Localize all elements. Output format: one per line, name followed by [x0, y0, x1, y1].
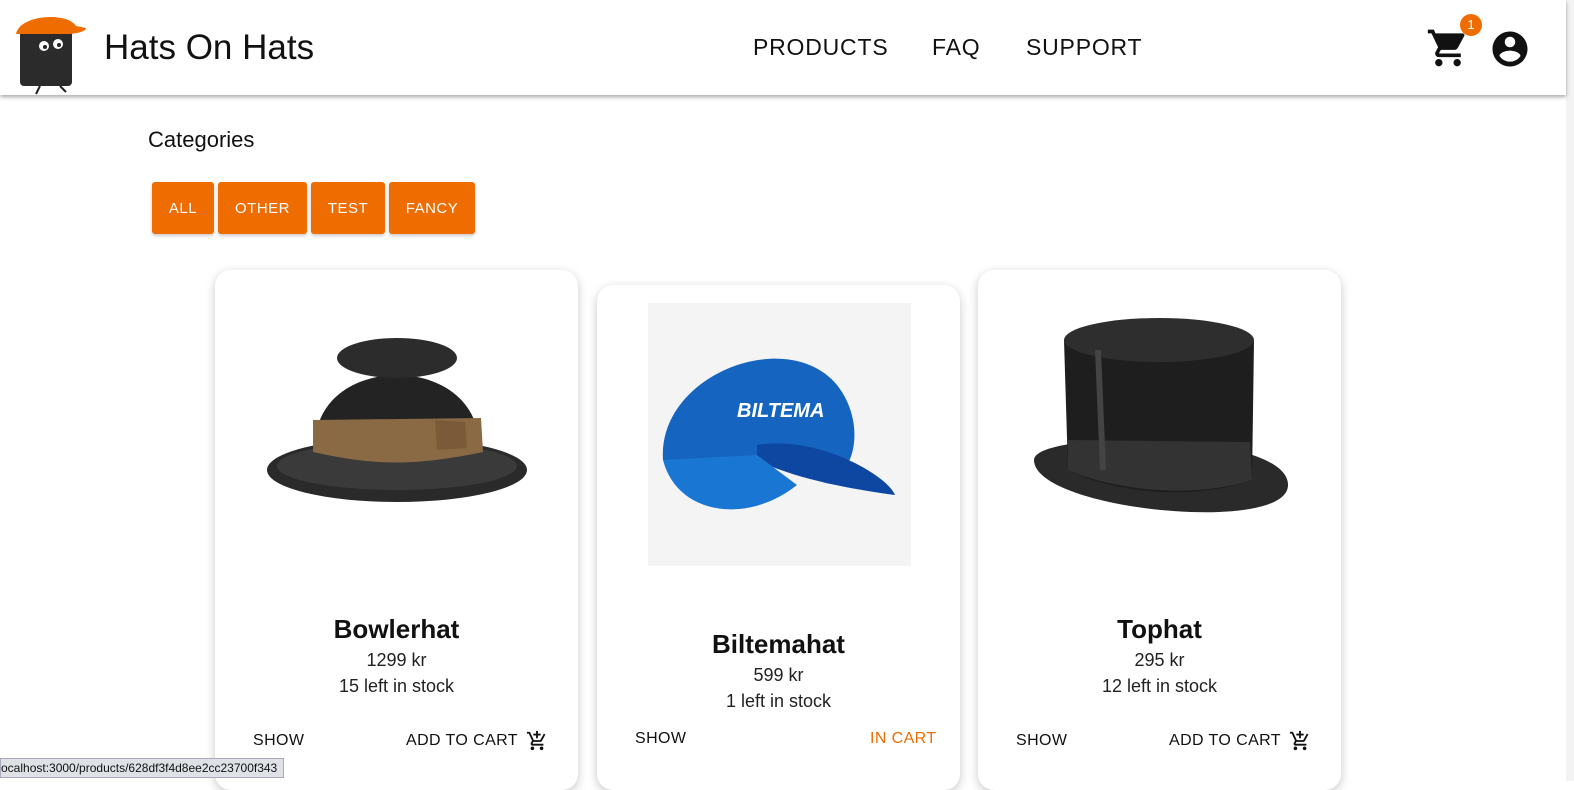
hat-logo[interactable]	[14, 12, 88, 96]
brand-title[interactable]: Hats On Hats	[104, 28, 314, 68]
add-to-cart-label: ADD TO CART	[1169, 732, 1281, 749]
product-card: Bowlerhat 1299 kr 15 left in stock SHOW …	[215, 270, 578, 790]
page-scrollbar[interactable]	[1566, 0, 1574, 781]
category-other-button[interactable]: OTHER	[218, 182, 307, 234]
baseball-cap-image[interactable]: BILTEMA	[597, 285, 960, 605]
show-button[interactable]: SHOW	[1016, 732, 1067, 750]
bowler-hat-image[interactable]	[215, 270, 578, 590]
product-name[interactable]: Biltemahat	[597, 629, 960, 660]
category-test-button[interactable]: TEST	[311, 182, 385, 234]
top-hat-image[interactable]	[978, 270, 1341, 590]
product-card: BILTEMA Biltemahat 599 kr 1 left in stoc…	[597, 285, 960, 790]
product-stock: 15 left in stock	[338, 676, 455, 696]
show-button[interactable]: SHOW	[635, 730, 686, 748]
add-to-cart-button[interactable]: ADD TO CART	[1169, 730, 1311, 752]
category-all-button[interactable]: ALL	[152, 182, 214, 234]
account-circle-icon[interactable]	[1489, 28, 1531, 70]
product-price: 599 kr	[753, 665, 804, 685]
product-name[interactable]: Tophat	[978, 614, 1341, 645]
product-price: 295 kr	[1134, 650, 1185, 670]
add-shopping-cart-icon	[526, 730, 546, 751]
product-card: Tophat 295 kr 12 left in stock SHOW ADD …	[978, 270, 1341, 790]
product-name[interactable]: Bowlerhat	[215, 614, 578, 645]
product-price: 1299 kr	[366, 650, 427, 670]
status-bar-url: ocalhost:3000/products/628df3f4d8ee2cc23…	[0, 758, 285, 778]
nav-products[interactable]: PRODUCTS	[753, 34, 888, 61]
nav-support[interactable]: SUPPORT	[1026, 34, 1142, 61]
categories-heading: Categories	[148, 127, 255, 152]
add-shopping-cart-icon	[1289, 730, 1309, 751]
in-cart-button[interactable]: IN CART	[870, 730, 937, 748]
top-app-bar: Hats On Hats PRODUCTS FAQ SUPPORT 1	[0, 0, 1566, 95]
product-stock: 1 left in stock	[725, 691, 832, 711]
product-stock: 12 left in stock	[1101, 676, 1218, 696]
cap-logo-text: BILTEMA	[737, 400, 824, 422]
category-fancy-button[interactable]: FANCY	[389, 182, 475, 234]
add-to-cart-label: ADD TO CART	[406, 732, 518, 749]
nav-faq[interactable]: FAQ	[932, 34, 980, 61]
cart-count-badge: 1	[1460, 14, 1482, 36]
show-button[interactable]: SHOW	[253, 732, 304, 750]
add-to-cart-button[interactable]: ADD TO CART	[406, 730, 548, 752]
